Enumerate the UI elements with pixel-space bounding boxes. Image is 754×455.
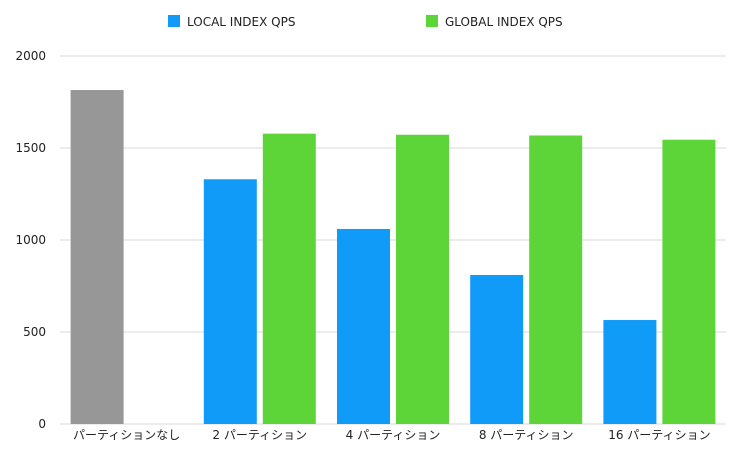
y-tick-label-1500: 1500: [15, 141, 46, 155]
y-tick-label-2000: 2000: [15, 49, 46, 63]
bar-local-3: [470, 274, 524, 424]
legend: LOCAL INDEX QPS GLOBAL INDEX QPS: [168, 15, 563, 29]
chart: 0 500 1000 1500 2000 パーティションなし 2 パーティション…: [0, 0, 754, 455]
legend-label-global: GLOBAL INDEX QPS: [445, 15, 563, 29]
x-category-label-no-partition: パーティションなし: [73, 428, 180, 442]
x-axis-category-labels: パーティションなし 2 パーティション 4 パーティション 8 パーティション …: [73, 428, 711, 442]
bars: [70, 90, 716, 424]
legend-label-local: LOCAL INDEX QPS: [187, 15, 295, 29]
legend-swatch-local: [168, 15, 180, 27]
bar-global-4: [662, 139, 716, 424]
x-category-label-2-partitions: 2 パーティション: [212, 428, 307, 442]
x-category-label-16-partitions: 16 パーティション: [608, 428, 710, 442]
y-tick-label-500: 500: [23, 325, 46, 339]
x-category-label-8-partitions: 8 パーティション: [479, 428, 574, 442]
bar-global-3: [529, 135, 583, 424]
bar-local-4: [603, 320, 657, 424]
y-tick-label-0: 0: [38, 417, 46, 431]
legend-swatch-global: [426, 15, 438, 27]
x-category-label-4-partitions: 4 パーティション: [346, 428, 441, 442]
bar-global-2: [396, 134, 449, 424]
bar-global-1: [262, 133, 316, 424]
y-axis-ticks: 0 500 1000 1500 2000: [15, 49, 46, 431]
bar-local-1: [203, 179, 257, 424]
bar-local-2: [337, 228, 390, 424]
bar-no-partition: [70, 90, 124, 424]
y-tick-label-1000: 1000: [15, 233, 46, 247]
bar-chart-svg: 0 500 1000 1500 2000 パーティションなし 2 パーティション…: [15, 15, 726, 442]
